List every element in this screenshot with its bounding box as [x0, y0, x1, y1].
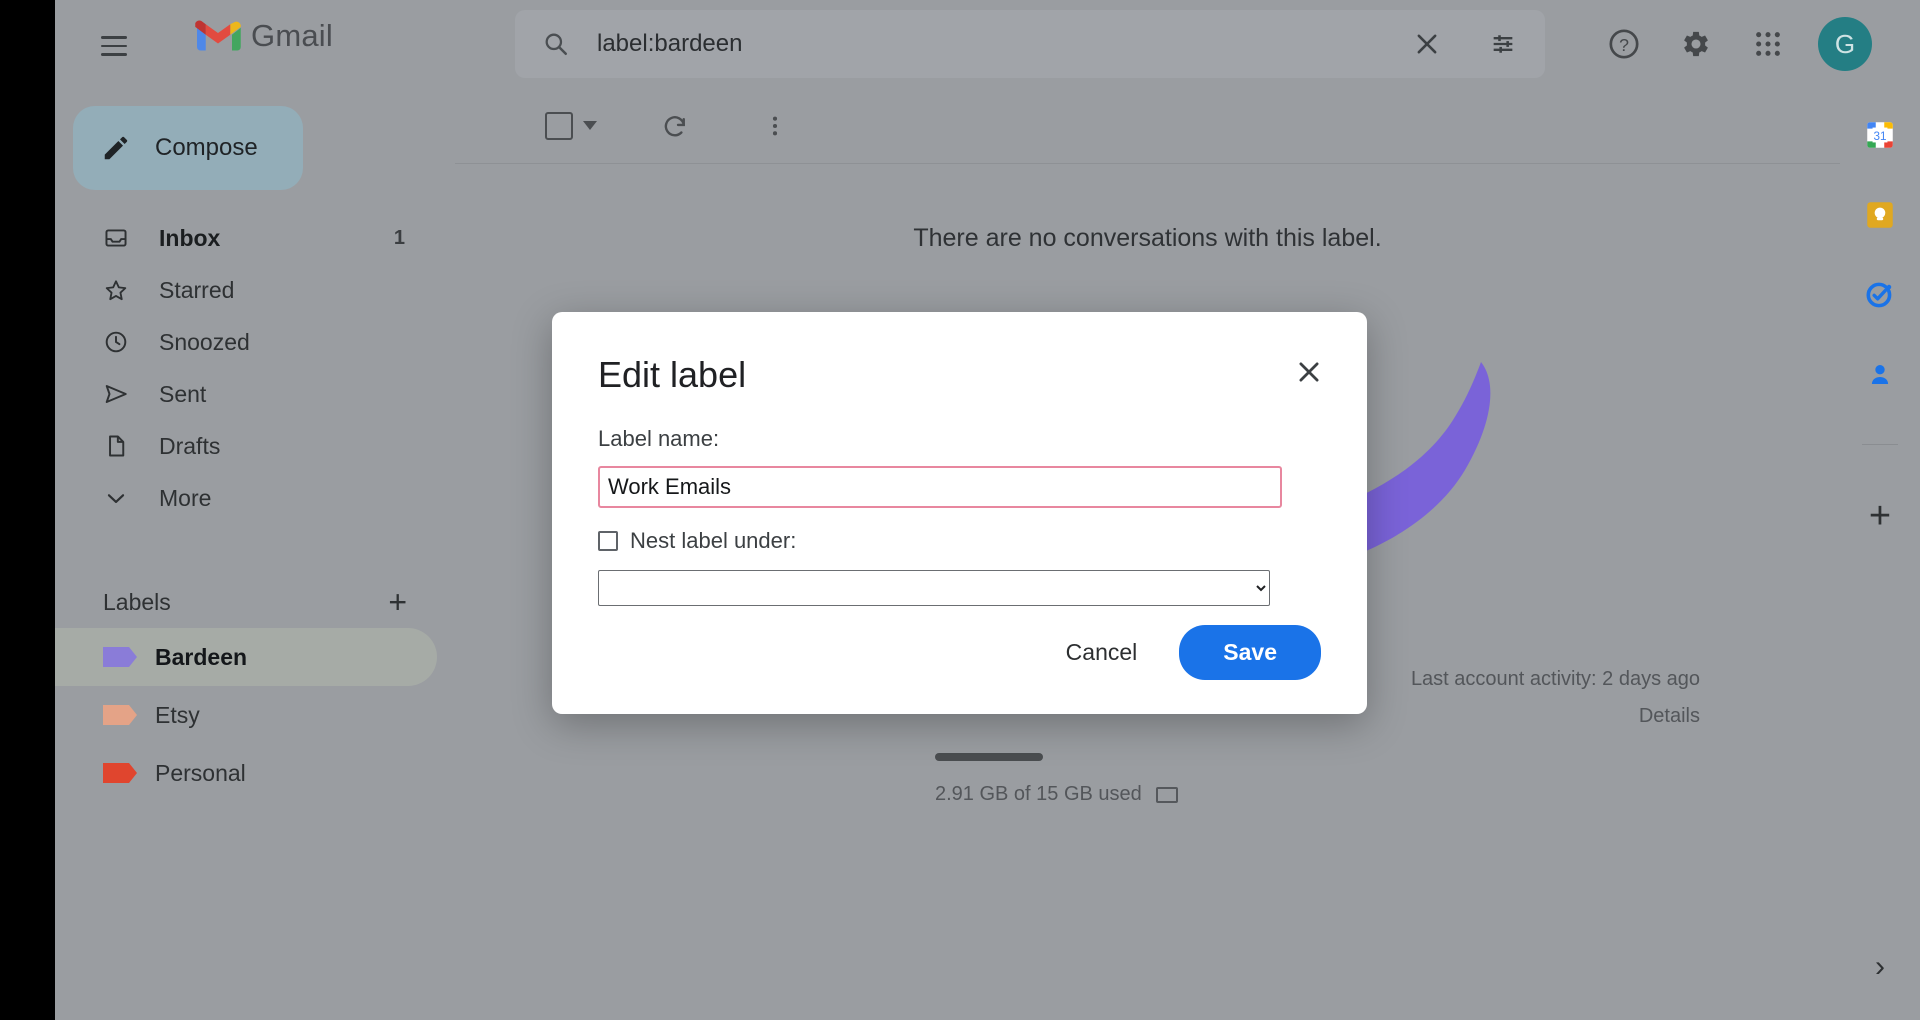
account-activity: Last account activity: 2 days ago Detail… [1411, 668, 1700, 728]
send-icon [103, 381, 129, 407]
left-sidebar: Compose Inbox 1 Starred Snoozed Sent Dra… [55, 88, 455, 1020]
list-toolbar [455, 88, 1840, 164]
clock-icon [103, 329, 129, 355]
calendar-icon[interactable]: 31 [1863, 118, 1897, 152]
last-activity-text: Last account activity: 2 days ago [1410, 668, 1700, 690]
dialog-title: Edit label [598, 354, 747, 395]
sidebar-item-starred[interactable]: Starred [55, 264, 455, 316]
compose-button[interactable]: Compose [73, 106, 303, 190]
select-all-checkbox[interactable] [545, 111, 597, 140]
draft-icon [103, 433, 129, 459]
storage-bar [935, 753, 1043, 761]
svg-text:?: ? [1619, 35, 1629, 55]
contacts-icon[interactable] [1863, 358, 1897, 392]
details-link[interactable]: Details [1411, 705, 1700, 728]
storage-box-icon [1155, 786, 1178, 803]
inbox-icon [103, 225, 129, 251]
cancel-button[interactable]: Cancel [1046, 627, 1158, 678]
sidebar-label: Sent [159, 380, 207, 407]
star-icon [103, 277, 129, 303]
gmail-m-icon [195, 20, 241, 50]
storage-text-row: 2.91 GB of 15 GB used [935, 783, 1355, 806]
chevron-down-icon [103, 485, 129, 511]
chevron-down-icon [583, 121, 597, 130]
rail-divider [1862, 444, 1898, 445]
header-actions: ? G [1602, 12, 1872, 76]
save-button[interactable]: Save [1179, 625, 1321, 680]
sidebar-item-snoozed[interactable]: Snoozed [55, 316, 455, 368]
tasks-icon[interactable] [1863, 278, 1897, 312]
gear-icon[interactable] [1674, 22, 1718, 66]
nest-label-checkbox[interactable] [598, 531, 618, 551]
brand-text: Gmail [251, 18, 333, 53]
sidebar-label-etsy[interactable]: Etsy [55, 686, 437, 744]
storage-text: 2.91 GB of 15 GB used [935, 783, 1142, 805]
refresh-icon[interactable] [653, 104, 697, 148]
label-color-chip [103, 705, 137, 725]
sidebar-label: Starred [159, 276, 235, 303]
checkbox-icon [545, 111, 573, 140]
search-input[interactable]: label:bardeen [597, 30, 742, 58]
close-icon[interactable] [1405, 22, 1449, 66]
avatar[interactable]: G [1818, 17, 1872, 71]
nest-label-caption: Nest label under: [630, 528, 797, 553]
keep-icon[interactable] [1863, 198, 1897, 232]
create-label-plus-icon[interactable]: + [388, 586, 407, 618]
screenshot-root: Gmail label:bardeen ? G Compose Inbox 1 … [0, 0, 1920, 1020]
empty-state-message: There are no conversations with this lab… [913, 224, 1382, 252]
labels-list: Bardeen Etsy Personal [55, 628, 455, 802]
app-header: Gmail label:bardeen ? G [55, 0, 1920, 88]
label-text: Etsy [155, 701, 200, 728]
nest-parent-select[interactable] [598, 570, 1270, 606]
search-options-icon[interactable] [1481, 22, 1525, 66]
label-text: Personal [155, 759, 246, 786]
label-color-chip [103, 647, 137, 667]
pencil-icon [104, 136, 128, 160]
label-name-input[interactable] [598, 466, 1282, 508]
close-icon[interactable] [1289, 352, 1329, 392]
right-side-panel: 31 + › [1840, 88, 1920, 1020]
help-icon[interactable]: ? [1602, 22, 1646, 66]
label-color-chip [103, 763, 137, 783]
chevron-right-icon[interactable]: › [1875, 950, 1885, 984]
gmail-logo: Gmail [195, 18, 333, 54]
more-vertical-icon[interactable] [753, 104, 797, 148]
hamburger-icon[interactable] [90, 22, 138, 70]
label-name-caption: Label name: [598, 426, 720, 451]
dialog-actions: Cancel Save [1046, 625, 1321, 680]
sidebar-label-bardeen[interactable]: Bardeen [55, 628, 437, 686]
sidebar-item-more[interactable]: More [55, 472, 455, 524]
add-side-app-plus-icon[interactable]: + [1869, 497, 1891, 535]
sidebar-label: More [159, 484, 212, 511]
labels-header: Labels + [55, 576, 455, 628]
inbox-count: 1 [393, 226, 405, 249]
sidebar-nav: Inbox 1 Starred Snoozed Sent Drafts More [55, 212, 455, 524]
sidebar-label: Snoozed [159, 328, 250, 355]
edit-label-dialog: Edit label Label name: Nest label under:… [552, 312, 1367, 714]
sidebar-label: Inbox [159, 224, 221, 251]
sidebar-label: Drafts [159, 432, 221, 459]
sidebar-item-sent[interactable]: Sent [55, 368, 455, 420]
compose-label: Compose [155, 134, 258, 161]
apps-grid-icon[interactable] [1746, 22, 1790, 66]
search-actions [1405, 10, 1525, 78]
labels-title: Labels [103, 588, 171, 615]
sidebar-item-drafts[interactable]: Drafts [55, 420, 455, 472]
search-bar[interactable]: label:bardeen [515, 10, 1545, 78]
sidebar-item-inbox[interactable]: Inbox 1 [55, 212, 455, 264]
storage-indicator: 2.91 GB of 15 GB used [935, 753, 1355, 806]
label-text: Bardeen [155, 643, 248, 670]
sidebar-label-personal[interactable]: Personal [55, 744, 437, 802]
search-icon [545, 33, 567, 55]
calendar-badge: 31 [1874, 130, 1887, 143]
nest-label-checkbox-row[interactable]: Nest label under: [598, 528, 1321, 554]
